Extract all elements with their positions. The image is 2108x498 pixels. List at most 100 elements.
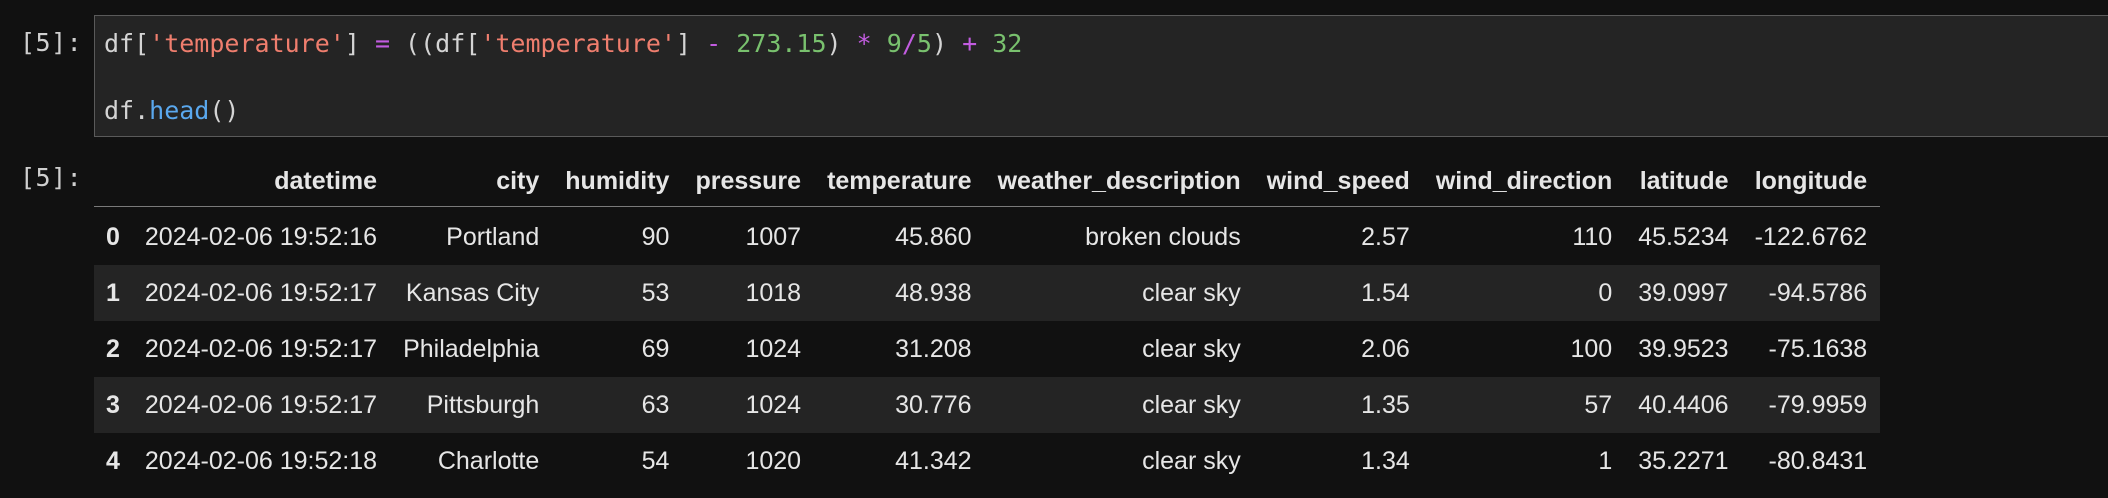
code-token: df[ — [104, 29, 150, 58]
table-cell: -94.5786 — [1768, 278, 1868, 307]
row-index: 2 — [106, 334, 120, 363]
table-cell: 54 — [641, 446, 670, 475]
code-token: / — [901, 29, 917, 58]
code-token: ((df[ — [390, 29, 481, 58]
table-cell: 40.4406 — [1638, 390, 1729, 419]
code-token: * — [856, 29, 872, 58]
column-header-longitude: longitude — [1741, 156, 1881, 207]
table-cell: -80.8431 — [1768, 446, 1868, 475]
code-token: ) — [931, 29, 963, 58]
table-cell: 1007 — [745, 222, 802, 251]
table-cell: clear sky — [1142, 446, 1241, 475]
code-token: 273.15 — [736, 29, 827, 58]
table-cell: 53 — [641, 278, 670, 307]
column-header-latitude: latitude — [1625, 156, 1742, 207]
table-row: 1 2024-02-06 19:52:17 Kansas City 53 1018 48.… — [94, 265, 1881, 321]
table-cell: 1.35 — [1361, 390, 1410, 419]
code-token: () — [209, 96, 240, 125]
table-cell: Kansas City — [405, 278, 540, 307]
code-line-2[interactable]: df.head() — [104, 96, 239, 125]
index-header — [94, 156, 132, 207]
code-token: 9 — [886, 29, 902, 58]
table-cell: 90 — [641, 222, 670, 251]
column-header-temperature: temperature — [814, 156, 985, 207]
table-cell: 2024-02-06 19:52:16 — [144, 222, 378, 251]
table-cell: 41.342 — [895, 446, 972, 475]
table-cell: 1018 — [745, 278, 802, 307]
row-index: 1 — [106, 278, 120, 307]
dataframe-table: datetime city humidity pressure temperature w… — [94, 156, 1881, 489]
row-index: 4 — [106, 446, 120, 475]
input-prompt: [5]: — [20, 28, 83, 57]
table-cell: 2024-02-06 19:52:17 — [144, 278, 378, 307]
code-token: - — [706, 29, 722, 58]
table-cell: 30.776 — [895, 390, 972, 419]
column-header-datetime: datetime — [131, 156, 391, 207]
table-cell: 39.9523 — [1638, 334, 1729, 363]
code-token: = — [374, 29, 390, 58]
table-cell: Charlotte — [437, 446, 540, 475]
code-token: 'temperature' — [480, 29, 676, 58]
table-cell: 1024 — [745, 334, 802, 363]
table-cell: -79.9959 — [1768, 390, 1868, 419]
table-row: 0 2024-02-06 19:52:16 Portland 90 1007 45.860… — [94, 206, 1881, 265]
table-cell: Portland — [446, 222, 540, 251]
column-header-city: city — [390, 156, 553, 207]
code-line-1[interactable]: df['temperature'] = ((df['temperature'] … — [104, 29, 1022, 58]
table-cell: 69 — [641, 334, 670, 363]
table-cell: 0 — [1598, 278, 1613, 307]
code-token: 5 — [916, 29, 932, 58]
table-cell: 100 — [1570, 334, 1613, 363]
output-area: datetime city humidity pressure temperature w… — [94, 156, 1881, 489]
column-header-pressure: pressure — [682, 156, 815, 207]
table-row: 3 2024-02-06 19:52:17 Pittsburgh 63 1024 30.7… — [94, 377, 1881, 433]
table-row: 2 2024-02-06 19:52:17 Philadelphia 69 1024 31… — [94, 321, 1881, 377]
table-cell: 57 — [1584, 390, 1613, 419]
table-cell: 110 — [1572, 222, 1613, 251]
table-cell: 31.208 — [895, 334, 972, 363]
table-cell: 2024-02-06 19:52:18 — [144, 446, 378, 475]
table-cell: 1020 — [745, 446, 802, 475]
code-token: ) — [826, 29, 857, 58]
column-header-humidity: humidity — [552, 156, 683, 207]
table-cell: Pittsburgh — [426, 390, 540, 419]
table-cell: 1.54 — [1361, 278, 1410, 307]
row-index: 0 — [106, 222, 120, 251]
column-header-wind_direction: wind_direction — [1422, 156, 1626, 207]
table-cell: 2.06 — [1361, 334, 1410, 363]
code-token: + — [962, 29, 978, 58]
table-cell: 2024-02-06 19:52:17 — [144, 334, 378, 363]
table-cell: 2024-02-06 19:52:17 — [144, 390, 378, 419]
notebook: [5]: df['temperature'] = ((df['temperatu… — [0, 0, 2108, 498]
table-body: 0 2024-02-06 19:52:16 Portland 90 1007 45.860… — [94, 206, 1881, 489]
table-cell: 45.860 — [895, 222, 972, 251]
code-editor[interactable]: df['temperature'] = ((df['temperature'] … — [94, 15, 2108, 137]
table-cell: 1024 — [745, 390, 802, 419]
table-cell: Philadelphia — [403, 334, 540, 363]
table-cell: -122.6762 — [1754, 222, 1868, 251]
table-header-row: datetime city humidity pressure temperature w… — [94, 156, 1881, 207]
table-cell: 1.34 — [1361, 446, 1410, 475]
table-cell: 48.938 — [895, 278, 972, 307]
code-token: head — [149, 96, 210, 125]
code-token: ] — [344, 29, 375, 58]
table-cell: clear sky — [1142, 278, 1241, 307]
row-index: 3 — [106, 390, 120, 419]
table-cell: 1 — [1598, 446, 1613, 475]
table-cell: clear sky — [1142, 334, 1241, 363]
table-cell: 2.57 — [1361, 222, 1410, 251]
table-cell: -75.1638 — [1768, 334, 1868, 363]
code-token: df. — [104, 96, 150, 125]
column-header-wind_speed: wind_speed — [1253, 156, 1423, 207]
column-header-weather_description: weather_description — [984, 156, 1254, 207]
table-cell: 35.2271 — [1638, 446, 1729, 475]
table-cell: 45.5234 — [1638, 222, 1729, 251]
table-cell: clear sky — [1142, 390, 1241, 419]
table-cell: broken clouds — [1085, 222, 1241, 251]
output-prompt: [5]: — [20, 163, 83, 192]
code-token: 'temperature' — [149, 29, 345, 58]
table-cell: 63 — [641, 390, 670, 419]
